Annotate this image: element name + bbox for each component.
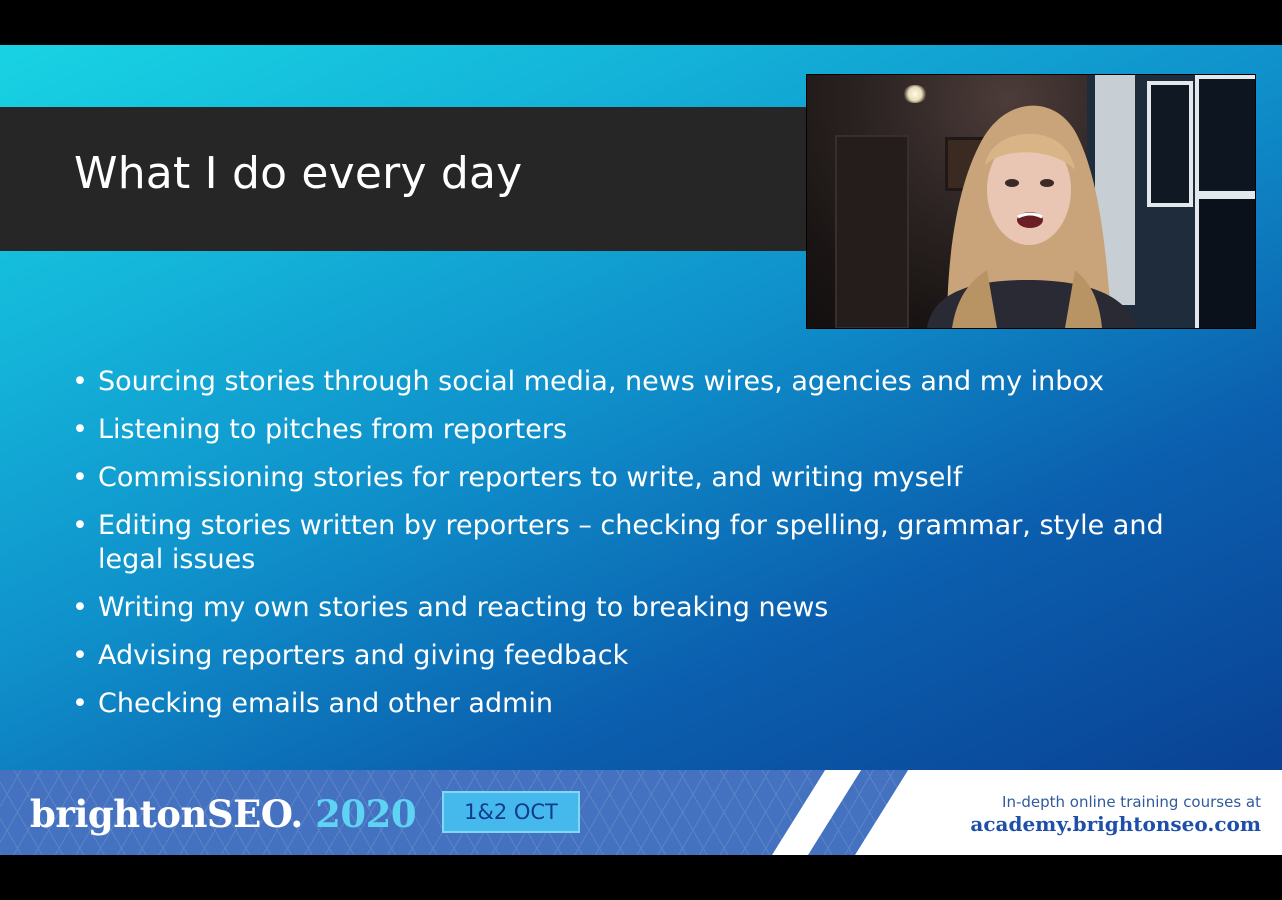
academy-promo: In-depth online training courses at acad… xyxy=(970,793,1261,837)
brightonseo-logo: brightonSEO. 2020 xyxy=(30,792,417,836)
bullet-item: • Editing stories written by reporters – … xyxy=(72,510,1164,575)
sponsor-footer: brightonSEO. 2020 1&2 OCT In-depth onlin… xyxy=(0,770,1282,855)
bullet-icon: • xyxy=(72,510,88,541)
bullet-item: • Listening to pitches from reporters xyxy=(72,414,568,445)
brand-year: 2020 xyxy=(302,792,417,836)
brand-name: brightonSEO. xyxy=(30,792,303,836)
bullet-icon: • xyxy=(72,640,88,671)
academy-url: academy.brightonseo.com xyxy=(970,812,1261,836)
promo-text: In-depth online training courses at xyxy=(1002,793,1261,811)
bullet-item: • Checking emails and other admin xyxy=(72,688,553,719)
date-badge: 1&2 OCT xyxy=(442,791,580,833)
slide-title: What I do every day xyxy=(74,148,523,199)
presenter-person xyxy=(927,105,1137,328)
bullet-item: • Advising reporters and giving feedback xyxy=(72,640,629,671)
bullet-list: • Sourcing stories through social media, … xyxy=(72,365,1222,735)
bullet-icon: • xyxy=(72,462,88,493)
letterbox-top xyxy=(0,0,1282,45)
bullet-icon: • xyxy=(72,414,88,445)
bullet-icon: • xyxy=(72,688,88,719)
webcam-video xyxy=(806,74,1256,329)
bullet-item: • Writing my own stories and reacting to … xyxy=(72,592,829,623)
bullet-icon: • xyxy=(72,592,88,623)
letterbox-bottom xyxy=(0,855,1282,900)
presentation-slide: What I do every day • Sourcing stories th… xyxy=(0,45,1282,855)
bullet-icon: • xyxy=(72,366,88,397)
bullet-item: • Sourcing stories through social media, … xyxy=(72,366,1105,397)
bullet-item: • Commissioning stories for reporters to … xyxy=(72,462,963,493)
